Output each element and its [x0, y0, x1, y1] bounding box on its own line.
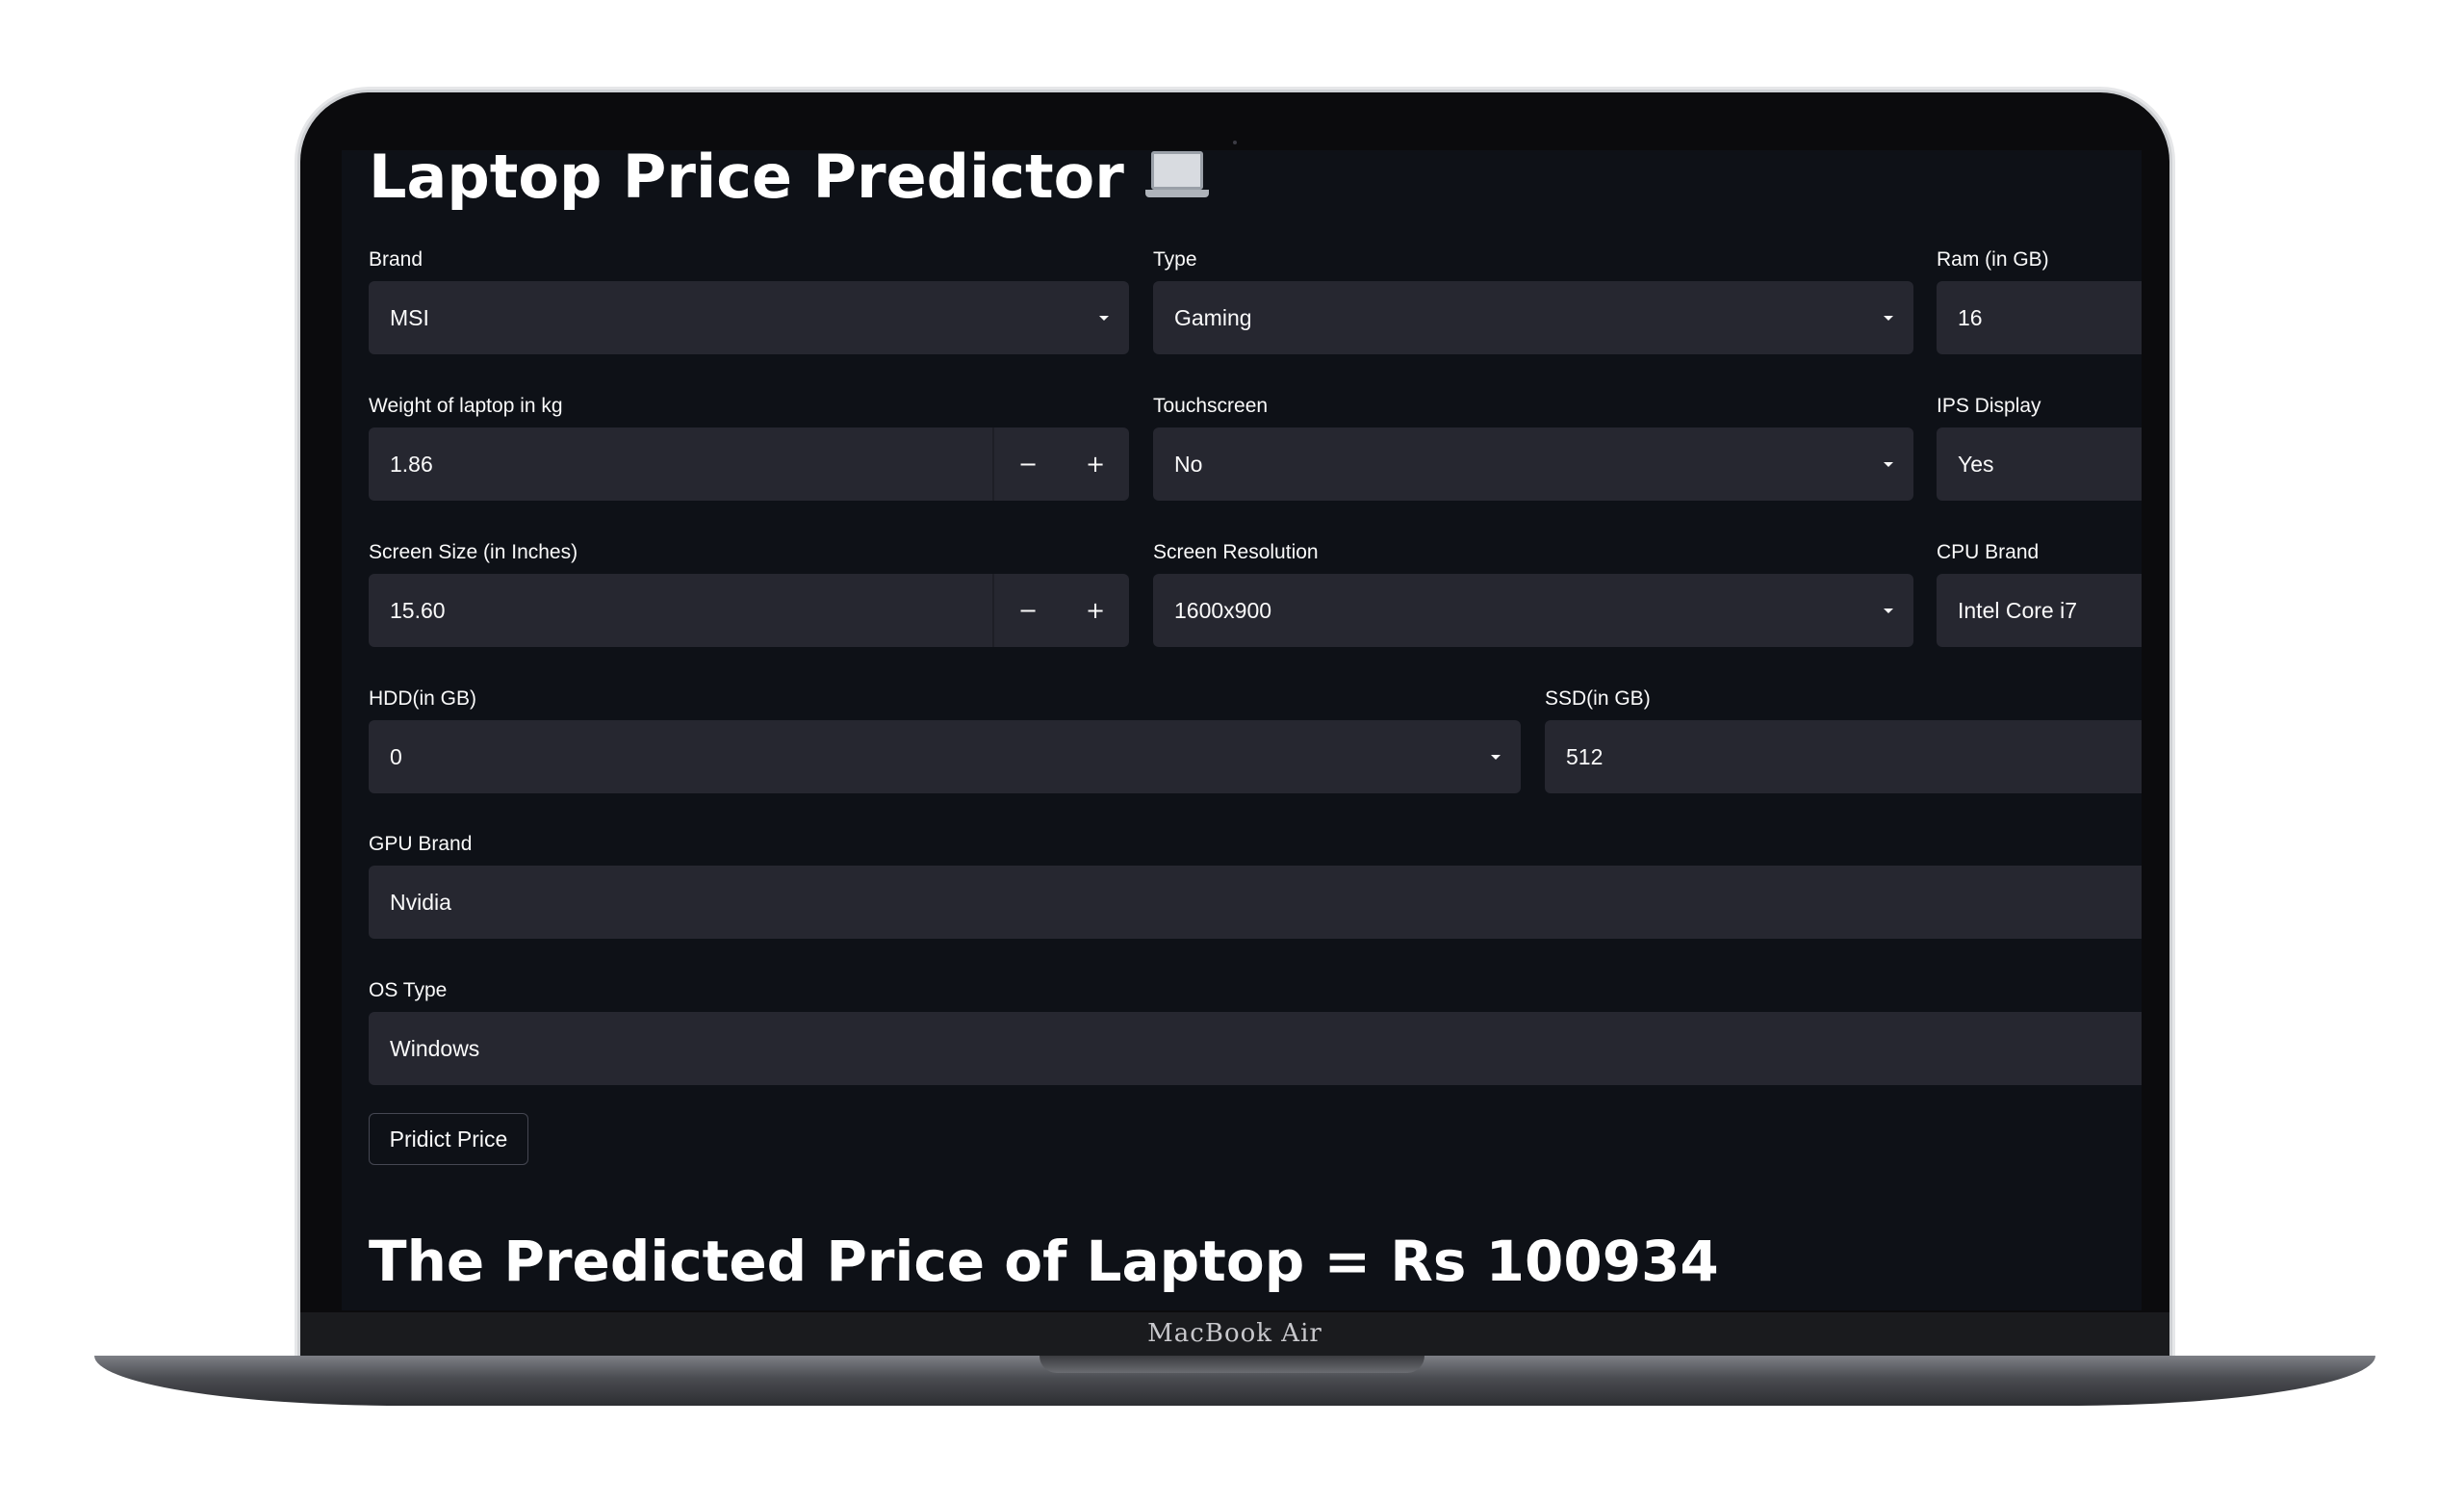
- chevron-down-icon: [1079, 281, 1129, 354]
- ram-select-value: 16: [1958, 304, 1983, 330]
- hdd-label: HDD(in GB): [369, 687, 477, 710]
- screen-size-decrement-button[interactable]: −: [994, 574, 1062, 647]
- brand-select-value: MSI: [390, 304, 429, 330]
- app-screen: Laptop Price Predictor Brand MSI Type Ga…: [342, 150, 2142, 1310]
- ssd-select-value: 512: [1566, 743, 1604, 769]
- weight-label: Weight of laptop in kg: [369, 395, 563, 417]
- laptop-icon: [1144, 150, 1209, 199]
- ips-select[interactable]: Yes: [1937, 427, 2142, 501]
- page-title-text: Laptop Price Predictor: [369, 150, 1124, 212]
- camera-icon: [1233, 141, 1237, 144]
- cpu-select[interactable]: Intel Core i7: [1937, 574, 2142, 647]
- ram-label: Ram (in GB): [1937, 248, 2049, 271]
- chevron-down-icon: [1863, 574, 1913, 647]
- resolution-label: Screen Resolution: [1153, 541, 1319, 563]
- ips-select-value: Yes: [1958, 451, 1994, 477]
- touchscreen-select[interactable]: No: [1153, 427, 1913, 501]
- weight-input-value[interactable]: 1.86: [369, 452, 992, 478]
- touchscreen-label: Touchscreen: [1153, 395, 1269, 417]
- screen-size-label: Screen Size (in Inches): [369, 541, 578, 563]
- weight-decrement-button[interactable]: −: [994, 427, 1062, 501]
- predicted-price-heading: The Predicted Price of Laptop = Rs 10093…: [369, 1229, 1719, 1294]
- os-select-value: Windows: [390, 1035, 480, 1061]
- touchscreen-select-value: No: [1174, 451, 1203, 477]
- weight-input[interactable]: 1.86 − +: [369, 427, 1129, 501]
- brand-select[interactable]: MSI: [369, 281, 1129, 354]
- gpu-label: GPU Brand: [369, 833, 473, 855]
- weight-increment-button[interactable]: +: [1062, 427, 1129, 501]
- screen-size-increment-button[interactable]: +: [1062, 574, 1129, 647]
- os-label: OS Type: [369, 979, 448, 1001]
- cpu-label: CPU Brand: [1937, 541, 2040, 563]
- hdd-select-value: 0: [390, 743, 402, 769]
- resolution-select-value: 1600x900: [1174, 597, 1272, 623]
- ssd-select[interactable]: 512: [1545, 720, 2142, 793]
- resolution-select[interactable]: 1600x900: [1153, 574, 1913, 647]
- cpu-select-value: Intel Core i7: [1958, 597, 2078, 623]
- type-select[interactable]: Gaming: [1153, 281, 1913, 354]
- ram-select[interactable]: 16: [1937, 281, 2142, 354]
- predict-price-button[interactable]: Pridict Price: [369, 1113, 528, 1165]
- screen-size-input[interactable]: 15.60 − +: [369, 574, 1129, 647]
- ssd-label: SSD(in GB): [1545, 687, 1651, 710]
- chevron-down-icon: [1863, 427, 1913, 501]
- chevron-down-icon: [1863, 281, 1913, 354]
- brand-label: Brand: [369, 248, 424, 271]
- os-select[interactable]: Windows: [369, 1012, 2142, 1085]
- type-label: Type: [1153, 248, 1197, 271]
- gpu-select[interactable]: Nvidia: [369, 866, 2142, 939]
- laptop-base-notch: [1040, 1356, 1424, 1373]
- device-model-label: MacBook Air: [1147, 1319, 1322, 1348]
- page-title: Laptop Price Predictor: [369, 150, 1209, 210]
- type-select-value: Gaming: [1174, 304, 1252, 330]
- ips-label: IPS Display: [1937, 395, 2041, 417]
- screen-size-input-value[interactable]: 15.60: [369, 598, 992, 624]
- gpu-select-value: Nvidia: [390, 889, 451, 915]
- hdd-select[interactable]: 0: [369, 720, 1521, 793]
- chevron-down-icon: [1471, 720, 1521, 793]
